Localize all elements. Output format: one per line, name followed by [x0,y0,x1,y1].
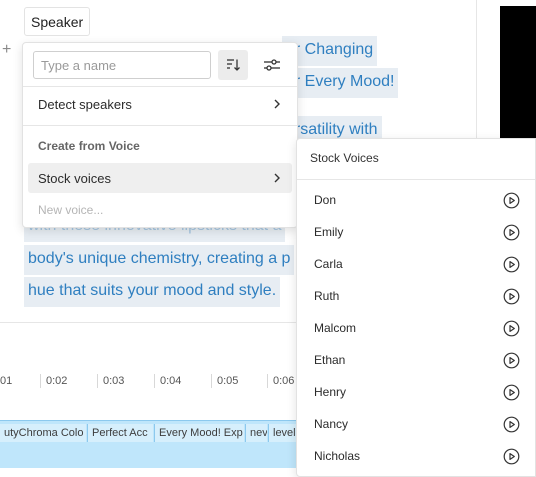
tick-mark [154,374,155,388]
sliders-icon [264,59,280,71]
voice-item[interactable]: Henry [297,376,536,408]
sort-button[interactable] [218,50,248,80]
track-clip[interactable]: level [268,424,298,442]
play-circle-icon[interactable] [503,256,520,273]
filter-button[interactable] [257,50,287,80]
stock-voices-panel: Stock Voices Don Emily Carla Ruth Malcom Etha… [296,138,536,477]
tick-mark [211,374,212,388]
track-clip[interactable]: utyChroma Colo [0,424,86,442]
new-voice-item: New voice... [38,203,104,217]
track-clip[interactable]: nev [245,424,267,442]
voice-name: Nicholas [314,449,361,463]
play-circle-icon[interactable] [503,416,520,433]
chevron-right-icon [272,98,282,110]
play-circle-icon[interactable] [503,288,520,305]
voice-item[interactable]: Emily [297,216,536,248]
speaker-tag[interactable]: Speaker [24,7,91,36]
voice-name: Carla [314,257,343,271]
menu-divider [23,125,297,126]
tick-mark [40,374,41,388]
play-circle-icon[interactable] [503,352,520,369]
voice-item[interactable]: Malcom [297,312,536,344]
tick-mark [97,374,98,388]
timeline-tick: 0:06 [273,375,295,387]
timeline-tick: 0:05 [217,375,239,387]
voice-item[interactable]: Nancy [297,408,536,440]
speaker-search-input[interactable] [33,51,211,79]
play-circle-icon[interactable] [503,320,520,337]
voice-item[interactable]: Ethan [297,344,536,376]
voice-name: Henry [314,385,347,399]
timeline-tick: 0:03 [103,375,125,387]
voice-item[interactable]: Ruth [297,280,536,312]
detect-speakers-item[interactable]: Detect speakers [28,89,292,119]
play-circle-icon[interactable] [503,224,520,241]
track-clip[interactable]: Perfect Acc [87,424,153,442]
voice-name: Nancy [314,417,349,431]
menu-item-label: Stock voices [38,170,111,186]
voice-name: Ruth [314,289,340,303]
stock-voices-item[interactable]: Stock voices [28,163,292,193]
timeline-tick: 01 [0,375,13,387]
voice-name: Don [314,193,337,207]
play-circle-icon[interactable] [503,192,520,209]
menu-divider [23,86,297,87]
tick-mark [267,374,268,388]
script-line[interactable]: hue that suits your mood and style. [24,277,281,307]
panel-divider [297,179,535,180]
panel-title: Stock Voices [310,151,379,165]
plus-icon[interactable]: + [2,40,11,60]
track-clip[interactable]: Every Mood! Exp [154,424,244,442]
voice-name: Malcom [314,321,357,335]
play-circle-icon[interactable] [503,448,520,465]
timeline-tick: 0:04 [160,375,182,387]
voice-name: Emily [314,225,344,239]
voice-item[interactable]: Carla [297,248,536,280]
play-circle-icon[interactable] [503,384,520,401]
script-line[interactable]: body's unique chemistry, creating a p [24,245,295,275]
script-line[interactable]: or Every Mood! [282,68,399,98]
menu-item-label: Detect speakers [38,96,132,112]
chevron-right-icon [272,172,282,184]
voice-item[interactable]: Nicholas [297,440,536,472]
voice-name: Ethan [314,353,346,367]
timeline-tick: 0:02 [46,375,68,387]
speaker-dropdown: Detect speakers Create from Voice Stock … [22,42,298,228]
section-label: Create from Voice [38,139,140,153]
voice-item[interactable]: Don [297,184,536,216]
sort-icon [227,59,240,71]
